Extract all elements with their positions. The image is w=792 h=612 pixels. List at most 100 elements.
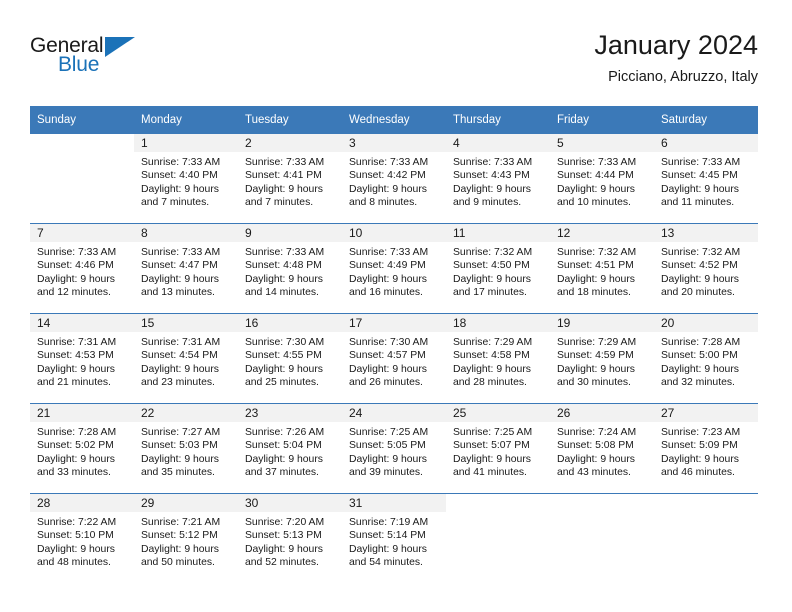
day-number: 25 (446, 404, 550, 422)
day-cell[interactable]: 20 Sunrise: 7:28 AM Sunset: 5:00 PM Dayl… (654, 313, 758, 404)
day-cell[interactable]: 15 Sunrise: 7:31 AM Sunset: 4:54 PM Dayl… (134, 313, 238, 404)
day-number: 30 (238, 494, 342, 512)
day-cell[interactable]: 11 Sunrise: 7:32 AM Sunset: 4:50 PM Dayl… (446, 223, 550, 314)
day-cell[interactable]: 7 Sunrise: 7:33 AM Sunset: 4:46 PM Dayli… (30, 223, 134, 314)
daylight-text-line2: and 25 minutes. (245, 377, 319, 389)
daylight-text-line1: Daylight: 9 hours (245, 273, 323, 285)
day-cell[interactable]: 29 Sunrise: 7:21 AM Sunset: 5:12 PM Dayl… (134, 493, 238, 583)
daylight-text-line1: Daylight: 9 hours (557, 183, 635, 195)
day-cell[interactable]: 23 Sunrise: 7:26 AM Sunset: 5:04 PM Dayl… (238, 403, 342, 494)
daylight-text-line2: and 37 minutes. (245, 467, 319, 479)
daylight-text-line1: Daylight: 9 hours (557, 453, 635, 465)
daylight-text-line1: Daylight: 9 hours (661, 363, 739, 375)
day-cell[interactable] (446, 493, 550, 583)
day-cell[interactable]: 25 Sunrise: 7:25 AM Sunset: 5:07 PM Dayl… (446, 403, 550, 494)
day-number: 23 (238, 404, 342, 422)
daylight-text-line1: Daylight: 9 hours (37, 363, 115, 375)
weekday-header-saturday: Saturday (654, 106, 758, 134)
day-number: 9 (238, 224, 342, 242)
day-cell[interactable]: 18 Sunrise: 7:29 AM Sunset: 4:58 PM Dayl… (446, 313, 550, 404)
sunset-text: Sunset: 4:52 PM (661, 260, 738, 272)
day-cell[interactable]: 2 Sunrise: 7:33 AM Sunset: 4:41 PM Dayli… (238, 134, 342, 224)
daylight-text-line1: Daylight: 9 hours (141, 453, 219, 465)
daylight-text-line2: and 9 minutes. (453, 197, 522, 209)
daylight-text-line2: and 46 minutes. (661, 467, 735, 479)
sunset-text: Sunset: 4:42 PM (349, 170, 426, 182)
daylight-text-line1: Daylight: 9 hours (661, 183, 739, 195)
sunset-text: Sunset: 5:10 PM (37, 530, 114, 542)
sunset-text: Sunset: 4:45 PM (661, 170, 738, 182)
day-number: 1 (134, 134, 238, 152)
sunset-text: Sunset: 4:58 PM (453, 350, 530, 362)
sunrise-text: Sunrise: 7:33 AM (245, 157, 325, 168)
daylight-text-line2: and 16 minutes. (349, 287, 423, 299)
daylight-text-line1: Daylight: 9 hours (245, 543, 323, 555)
day-cell[interactable]: 26 Sunrise: 7:24 AM Sunset: 5:08 PM Dayl… (550, 403, 654, 494)
day-details: Sunrise: 7:25 AM Sunset: 5:07 PM Dayligh… (446, 422, 550, 480)
day-cell[interactable]: 16 Sunrise: 7:30 AM Sunset: 4:55 PM Dayl… (238, 313, 342, 404)
daylight-text-line2: and 32 minutes. (661, 377, 735, 389)
sunrise-text: Sunrise: 7:20 AM (245, 517, 325, 528)
day-details: Sunrise: 7:30 AM Sunset: 4:55 PM Dayligh… (238, 332, 342, 390)
day-cell[interactable]: 4 Sunrise: 7:33 AM Sunset: 4:43 PM Dayli… (446, 134, 550, 224)
day-cell[interactable]: 8 Sunrise: 7:33 AM Sunset: 4:47 PM Dayli… (134, 223, 238, 314)
sunrise-text: Sunrise: 7:19 AM (349, 517, 429, 528)
day-cell[interactable]: 24 Sunrise: 7:25 AM Sunset: 5:05 PM Dayl… (342, 403, 446, 494)
day-cell[interactable]: 13 Sunrise: 7:32 AM Sunset: 4:52 PM Dayl… (654, 223, 758, 314)
daylight-text-line2: and 48 minutes. (37, 557, 111, 569)
sunset-text: Sunset: 5:12 PM (141, 530, 218, 542)
weekday-header-row: Sunday Monday Tuesday Wednesday Thursday… (30, 106, 758, 134)
day-cell[interactable]: 31 Sunrise: 7:19 AM Sunset: 5:14 PM Dayl… (342, 493, 446, 583)
day-details: Sunrise: 7:33 AM Sunset: 4:44 PM Dayligh… (550, 152, 654, 210)
day-cell[interactable]: 19 Sunrise: 7:29 AM Sunset: 4:59 PM Dayl… (550, 313, 654, 404)
day-number: 17 (342, 314, 446, 332)
day-details: Sunrise: 7:33 AM Sunset: 4:42 PM Dayligh… (342, 152, 446, 210)
day-cell[interactable]: 14 Sunrise: 7:31 AM Sunset: 4:53 PM Dayl… (30, 313, 134, 404)
day-details: Sunrise: 7:31 AM Sunset: 4:53 PM Dayligh… (30, 332, 134, 390)
day-cell[interactable]: 1 Sunrise: 7:33 AM Sunset: 4:40 PM Dayli… (134, 134, 238, 224)
day-cell[interactable]: 17 Sunrise: 7:30 AM Sunset: 4:57 PM Dayl… (342, 313, 446, 404)
daylight-text-line1: Daylight: 9 hours (141, 543, 219, 555)
day-cell[interactable]: 12 Sunrise: 7:32 AM Sunset: 4:51 PM Dayl… (550, 223, 654, 314)
sunrise-text: Sunrise: 7:23 AM (661, 427, 741, 438)
day-cell[interactable] (550, 493, 654, 583)
daylight-text-line2: and 39 minutes. (349, 467, 423, 479)
daylight-text-line1: Daylight: 9 hours (37, 453, 115, 465)
day-cell[interactable]: 27 Sunrise: 7:23 AM Sunset: 5:09 PM Dayl… (654, 403, 758, 494)
daylight-text-line2: and 8 minutes. (349, 197, 418, 209)
daylight-text-line2: and 33 minutes. (37, 467, 111, 479)
daylight-text-line1: Daylight: 9 hours (141, 273, 219, 285)
day-details: Sunrise: 7:19 AM Sunset: 5:14 PM Dayligh… (342, 512, 446, 570)
day-cell[interactable] (654, 493, 758, 583)
day-cell[interactable]: 10 Sunrise: 7:33 AM Sunset: 4:49 PM Dayl… (342, 223, 446, 314)
sunset-text: Sunset: 4:55 PM (245, 350, 322, 362)
day-details: Sunrise: 7:20 AM Sunset: 5:13 PM Dayligh… (238, 512, 342, 570)
day-details: Sunrise: 7:29 AM Sunset: 4:59 PM Dayligh… (550, 332, 654, 390)
day-cell[interactable]: 30 Sunrise: 7:20 AM Sunset: 5:13 PM Dayl… (238, 493, 342, 583)
day-cell[interactable]: 6 Sunrise: 7:33 AM Sunset: 4:45 PM Dayli… (654, 134, 758, 224)
sunset-text: Sunset: 4:40 PM (141, 170, 218, 182)
day-cell[interactable]: 9 Sunrise: 7:33 AM Sunset: 4:48 PM Dayli… (238, 223, 342, 314)
sunrise-text: Sunrise: 7:33 AM (349, 247, 429, 258)
daylight-text-line2: and 30 minutes. (557, 377, 631, 389)
day-cell[interactable]: 5 Sunrise: 7:33 AM Sunset: 4:44 PM Dayli… (550, 134, 654, 224)
day-details: Sunrise: 7:26 AM Sunset: 5:04 PM Dayligh… (238, 422, 342, 480)
weekday-header-wednesday: Wednesday (342, 106, 446, 134)
page-title: January 2024 (594, 30, 758, 60)
day-cell[interactable]: 28 Sunrise: 7:22 AM Sunset: 5:10 PM Dayl… (30, 493, 134, 583)
daylight-text-line1: Daylight: 9 hours (349, 363, 427, 375)
sunrise-text: Sunrise: 7:31 AM (141, 337, 221, 348)
day-number: 19 (550, 314, 654, 332)
day-cell[interactable]: 3 Sunrise: 7:33 AM Sunset: 4:42 PM Dayli… (342, 134, 446, 224)
daylight-text-line1: Daylight: 9 hours (453, 363, 531, 375)
day-cell[interactable]: 22 Sunrise: 7:27 AM Sunset: 5:03 PM Dayl… (134, 403, 238, 494)
calendar-page: General Blue January 2024 Picciano, Abru… (0, 0, 792, 612)
day-number (550, 494, 654, 512)
day-cell[interactable] (30, 134, 134, 224)
daylight-text-line2: and 43 minutes. (557, 467, 631, 479)
weekday-header-thursday: Thursday (446, 106, 550, 134)
general-blue-logo[interactable]: General Blue (30, 34, 180, 86)
day-details: Sunrise: 7:30 AM Sunset: 4:57 PM Dayligh… (342, 332, 446, 390)
sunset-text: Sunset: 4:51 PM (557, 260, 634, 272)
day-cell[interactable]: 21 Sunrise: 7:28 AM Sunset: 5:02 PM Dayl… (30, 403, 134, 494)
